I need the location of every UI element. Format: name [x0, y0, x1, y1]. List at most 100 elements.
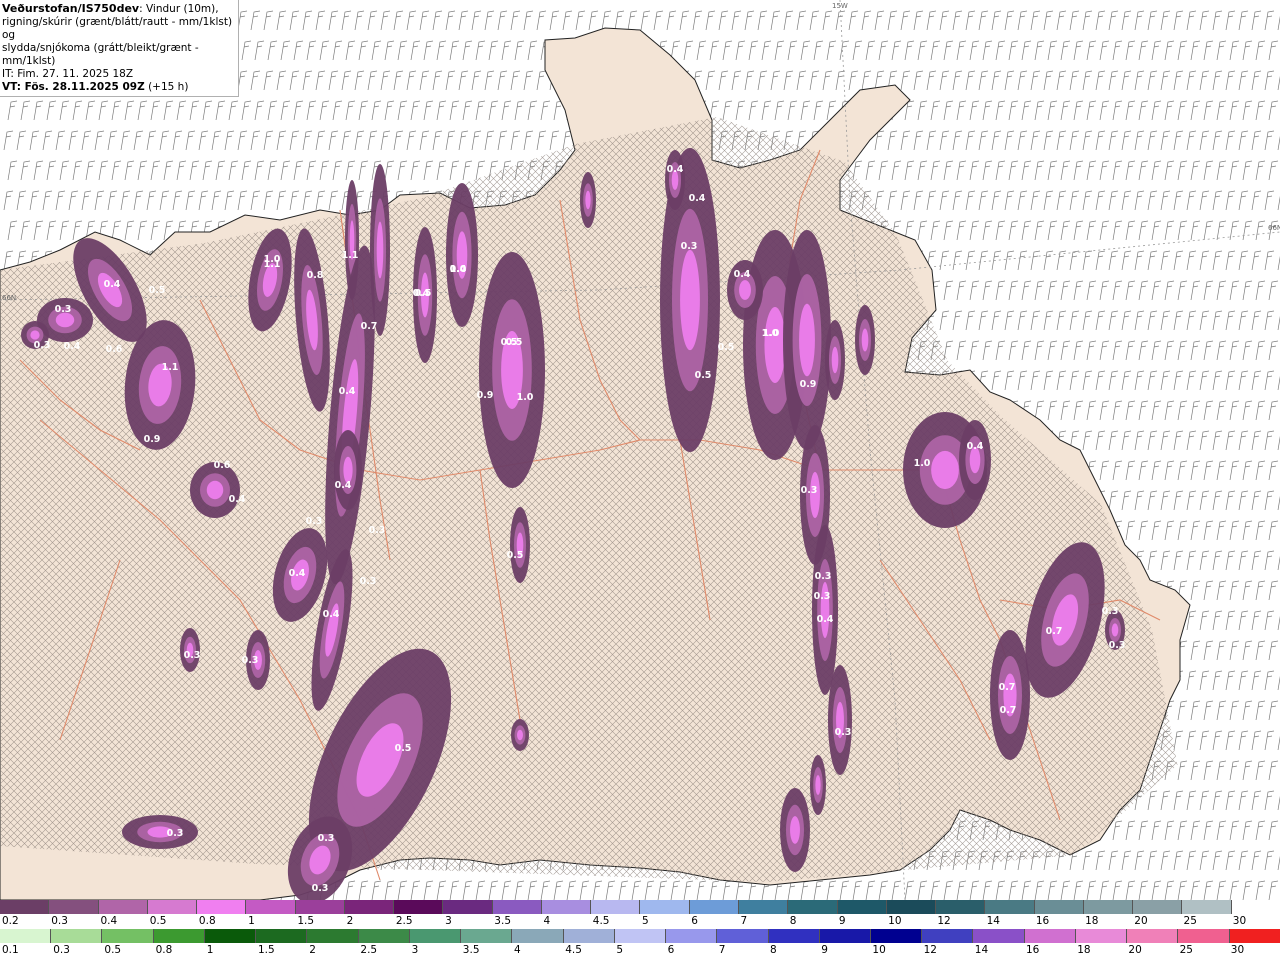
precip-blob [739, 280, 751, 300]
precip-value-label: 1.0 [763, 328, 780, 339]
snow-colorbar-label: 5 [642, 915, 649, 927]
precip-blob [376, 221, 384, 279]
snow-colorbar-label: 0.5 [149, 915, 167, 927]
rain-colorbar-swatch [1126, 929, 1178, 943]
snow-colorbar-swatch [48, 900, 98, 914]
rain-colorbar-label: 1 [206, 944, 214, 956]
rain-colorbar-swatch [767, 929, 819, 943]
snow-colorbar-swatch [343, 900, 394, 914]
precip-blob [790, 816, 800, 844]
rain-colorbar-swatch [255, 929, 307, 943]
rain-colorbar-swatch [1228, 929, 1280, 943]
snow-colorbar-swatch [1082, 900, 1133, 914]
precip-value-label: 0.3 [318, 833, 335, 844]
snow-colorbar-swatch [146, 900, 197, 914]
rain-colorbar-label: 0.1 [2, 944, 19, 956]
rain-colorbar-label: 5 [616, 944, 624, 956]
precip-value-label: 0.4 [339, 386, 356, 397]
rain-colorbar-swatch [1177, 929, 1229, 943]
lead-time: (+15 h) [144, 81, 189, 93]
precip-value-label: 0.3 [801, 485, 818, 496]
map-desc-1: : Vindur (10m), [139, 3, 219, 15]
rain-colorbar-label: 14 [974, 944, 989, 956]
precip-value-label: 0.5 [149, 285, 166, 296]
precip-value-label: 0.4 [734, 269, 751, 280]
snow-colorbar-label: 9 [838, 915, 846, 927]
precip-value-label: 0.3 [1109, 640, 1126, 651]
snow-colorbar-swatch [688, 900, 738, 914]
snow-colorbar-swatch [1033, 900, 1083, 914]
snow-colorbar-swatch [1132, 900, 1182, 914]
rain-colorbar-label: 6 [667, 944, 675, 956]
snow-colorbar-swatch [491, 900, 541, 914]
precip-blob [517, 729, 523, 741]
snow-colorbar-swatch [442, 900, 492, 914]
rain-colorbar-swatch [869, 929, 922, 943]
snow-colorbar-label: 12 [937, 915, 951, 927]
valid-time: VT: Fös. 28.11.2025 09Z [2, 81, 145, 93]
precip-value-label: 0.3 [55, 304, 72, 315]
precip-value-label: 0.5 [695, 370, 712, 381]
precip-value-label: 0.3 [34, 340, 51, 351]
precip-value-label: 0.4 [967, 441, 984, 452]
precip-value-label: 0.3 [242, 655, 259, 666]
precip-value-label: 0.3 [312, 883, 329, 894]
rain-colorbar-label: 4.5 [565, 944, 582, 956]
precip-value-label: 0.9 [800, 379, 817, 390]
snow-colorbar-swatch [639, 900, 689, 914]
precip-value-label: 0.3 [184, 650, 201, 661]
precip-value-label: 0.3 [369, 525, 386, 536]
precip-value-label: 0.3 [681, 241, 698, 252]
precip-value-label: 0.4 [323, 609, 340, 620]
precip-value-label: 1.1 [162, 362, 179, 373]
map-header: Veðurstofan/IS750dev: Vindur (10m), rign… [0, 0, 239, 97]
precip-value-label: 0.3 [835, 727, 852, 738]
snow-colorbar-label: 10 [888, 915, 902, 927]
snow-colorbar-swatch [393, 900, 443, 914]
precip-value-label: 0.5 [395, 743, 412, 754]
snow-colorbar-label: 4 [543, 915, 551, 927]
snow-colorbar-label: 3.5 [494, 915, 511, 927]
precip-value-label: 1.0 [914, 458, 931, 469]
colorbar-snow [0, 900, 1280, 914]
precip-value-label: 0.9 [144, 434, 161, 445]
rain-colorbar-label: 9 [821, 944, 828, 956]
precip-value-label: 0.4 [64, 341, 81, 352]
rain-colorbar-swatch [408, 929, 461, 943]
snow-colorbar-label: 0.2 [2, 915, 19, 927]
precip-value-label: 0.5 [506, 337, 523, 348]
snow-colorbar-label: 3 [445, 915, 452, 927]
snow-colorbar-label: 0.3 [51, 915, 68, 927]
colorbar-rain [0, 929, 1280, 943]
rain-colorbar-swatch [716, 929, 768, 943]
rain-colorbar-label: 30 [1230, 944, 1245, 956]
precip-blob [831, 346, 839, 374]
snow-colorbar-swatch [0, 900, 49, 914]
rain-colorbar-label: 20 [1128, 944, 1142, 956]
snow-colorbar-label: 30 [1232, 915, 1247, 927]
snow-colorbar-swatch [97, 900, 147, 914]
precip-value-label: 0.7 [1000, 705, 1017, 716]
snow-colorbar-label: 7 [740, 915, 748, 927]
rain-colorbar-label: 0.8 [155, 944, 173, 956]
precip-value-label: 0.5 [718, 342, 735, 353]
snow-colorbar-label: 8 [789, 915, 797, 927]
precip-value-label: 0.9 [477, 390, 494, 401]
precip-value-label: 0.4 [817, 614, 834, 625]
rain-colorbar-swatch [50, 929, 102, 943]
snow-colorbar-swatch [737, 900, 788, 914]
precip-value-label: 0.4 [229, 494, 246, 505]
precip-value-label: 0.6 [214, 460, 231, 471]
rain-colorbar-swatch [921, 929, 973, 943]
colorbar-snow-labels: 0.2 0.3 0.4 0.5 0.8 1 1.5 2 2.5 3 3.5 4 4.5 5 6 7 8 9 10 12… [0, 915, 1280, 928]
rain-colorbar-swatch [972, 929, 1024, 943]
rain-colorbar-swatch [613, 929, 666, 943]
snow-colorbar-swatch [294, 900, 344, 914]
rain-colorbar-label: 0.5 [104, 944, 122, 956]
snow-colorbar-swatch [836, 900, 886, 914]
rain-colorbar-swatch [203, 929, 256, 943]
rain-colorbar-swatch [665, 929, 717, 943]
precip-value-label: 1.0 [517, 392, 534, 403]
precip-value-label: 0.3 [815, 571, 832, 582]
rain-colorbar-swatch [357, 929, 409, 943]
